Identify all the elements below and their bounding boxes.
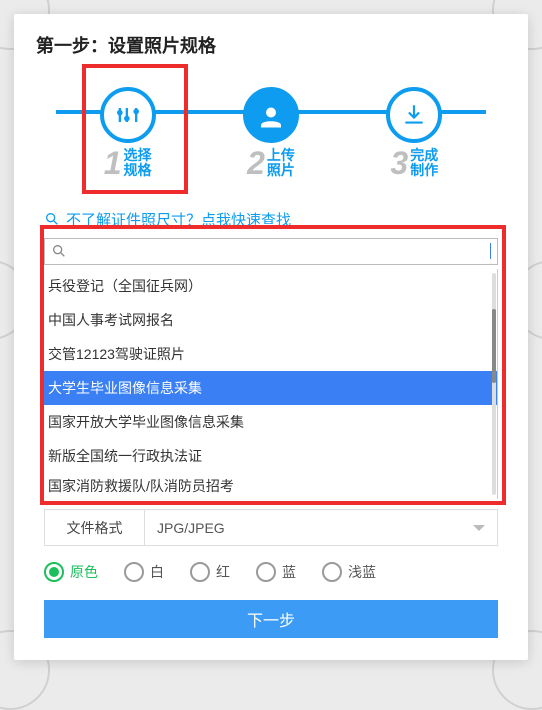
color-label: 浅蓝 xyxy=(348,562,376,582)
color-option[interactable]: 浅蓝 xyxy=(322,562,376,582)
color-label: 白 xyxy=(150,562,164,582)
step-3-line2: 制作 xyxy=(410,163,438,178)
format-value: JPG/JPEG xyxy=(157,520,225,536)
search-hint-link[interactable]: 不了解证件照尺寸？点我快速查找 xyxy=(44,209,498,230)
color-label: 原色 xyxy=(70,562,98,582)
photo-icon xyxy=(243,87,299,143)
size-dropdown: 兵役登记（全国征兵网）中国人事考试网报名交管12123驾驶证照片大学生毕业图像信… xyxy=(44,269,498,500)
download-icon xyxy=(386,87,442,143)
sliders-icon xyxy=(100,87,156,143)
step-3: 3 完成 制作 xyxy=(386,87,442,179)
next-button[interactable]: 下一步 xyxy=(44,600,498,638)
step-1-num: 1 xyxy=(104,147,122,179)
radio-icon xyxy=(190,562,210,582)
color-label: 红 xyxy=(216,562,230,582)
radio-icon xyxy=(44,562,64,582)
color-option[interactable]: 红 xyxy=(190,562,230,582)
scrollbar-track[interactable] xyxy=(492,273,496,496)
dropdown-item[interactable]: 国家消防救援队/队消防员招考 xyxy=(44,473,497,500)
format-label: 文件格式 xyxy=(45,510,145,544)
search-input[interactable] xyxy=(73,243,484,259)
modal-title: 第一步：设置照片规格 xyxy=(36,32,506,58)
steps-bar: 1 选择 规格 2 上传 照片 xyxy=(56,76,486,191)
color-option[interactable]: 白 xyxy=(124,562,164,582)
step-3-num: 3 xyxy=(390,147,408,179)
dropdown-item[interactable]: 新版全国统一行政执法证 xyxy=(44,439,497,473)
dropdown-item[interactable]: 大学生毕业图像信息采集 xyxy=(44,371,497,405)
search-hint-text: 不了解证件照尺寸？点我快速查找 xyxy=(66,209,291,230)
step-3-line1: 完成 xyxy=(410,148,438,163)
search-icon xyxy=(51,243,67,259)
search-icon xyxy=(44,211,60,227)
chevron-down-icon xyxy=(473,525,485,531)
dropdown-item[interactable]: 中国人事考试网报名 xyxy=(44,303,497,337)
color-option[interactable]: 蓝 xyxy=(256,562,296,582)
radio-icon xyxy=(322,562,342,582)
step-2-line2: 照片 xyxy=(267,163,295,178)
step-1-line1: 选择 xyxy=(124,148,152,163)
dropdown-item[interactable]: 兵役登记（全国征兵网） xyxy=(44,269,497,303)
color-options: 原色 白 红 蓝 浅蓝 xyxy=(44,562,498,582)
search-box[interactable] xyxy=(44,238,498,265)
modal-panel: 第一步：设置照片规格 1 选择 规格 2 上传 xyxy=(14,14,528,660)
scrollbar-thumb[interactable] xyxy=(492,309,496,383)
step-1-line2: 规格 xyxy=(124,163,152,178)
dropdown-item[interactable]: 交管12123驾驶证照片 xyxy=(44,337,497,371)
radio-icon xyxy=(256,562,276,582)
color-label: 蓝 xyxy=(282,562,296,582)
step-2-line1: 上传 xyxy=(267,148,295,163)
step-2: 2 上传 照片 xyxy=(243,87,299,179)
format-select[interactable]: 文件格式 JPG/JPEG xyxy=(44,509,498,545)
dropdown-item[interactable]: 国家开放大学毕业图像信息采集 xyxy=(44,405,497,439)
step-2-num: 2 xyxy=(247,147,265,179)
radio-icon xyxy=(124,562,144,582)
step-1: 1 选择 规格 xyxy=(100,87,156,179)
color-option[interactable]: 原色 xyxy=(44,562,98,582)
